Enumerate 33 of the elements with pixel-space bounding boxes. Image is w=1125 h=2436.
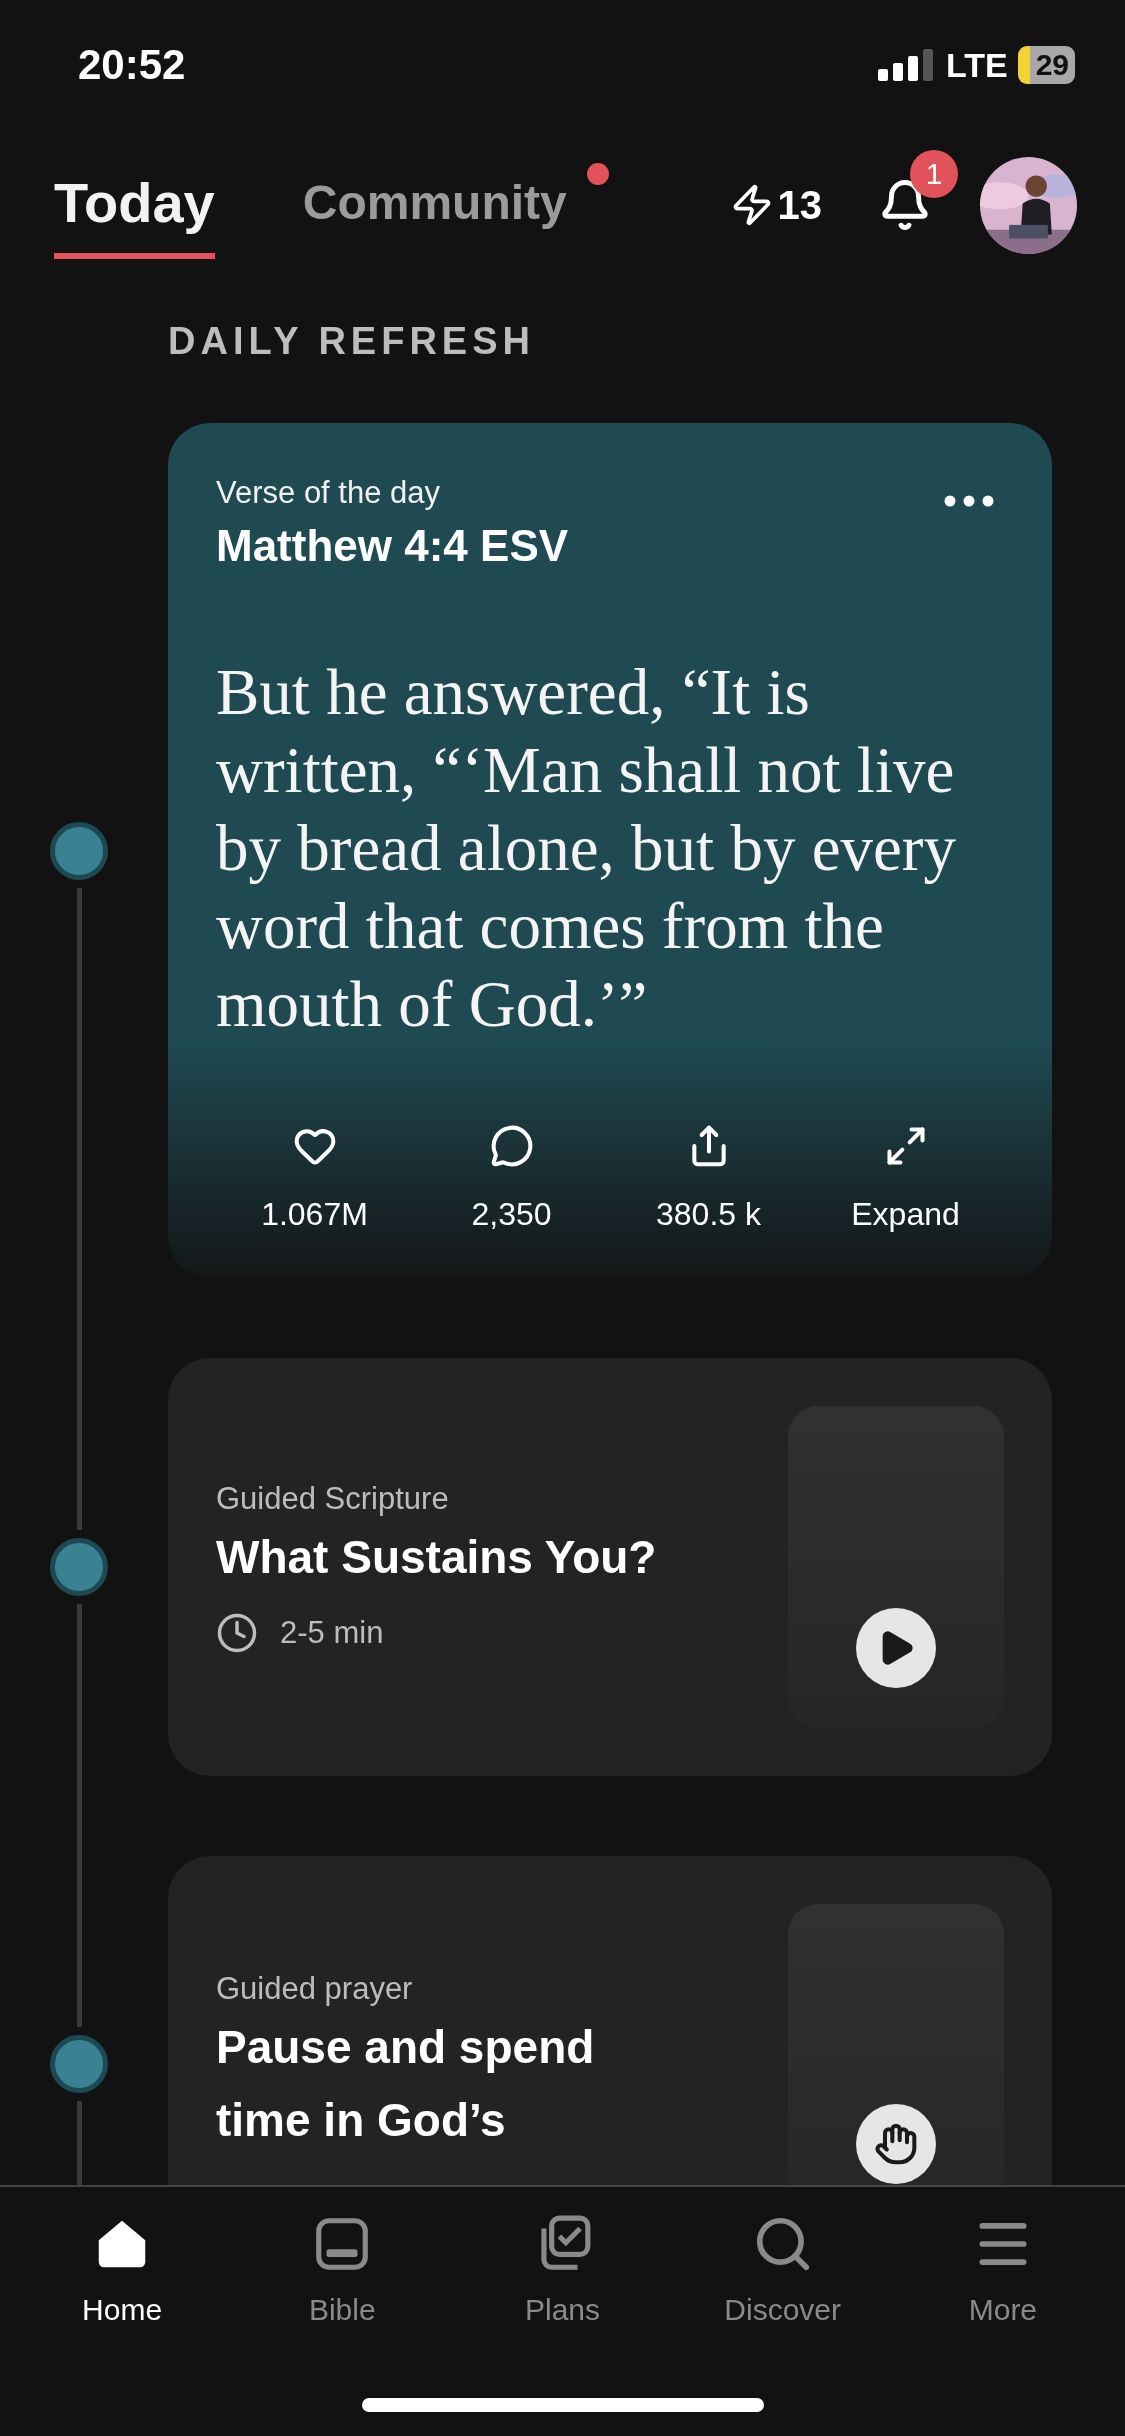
card-label: Guided prayer	[216, 1971, 413, 2007]
nav-tab[interactable]: Discover	[672, 2187, 893, 2328]
battery-level: 29	[1017, 46, 1075, 84]
clock-icon	[216, 1611, 258, 1654]
card-title: What Sustains You?	[216, 1529, 657, 1585]
status-time: 20:52	[78, 41, 186, 89]
card-label: Verse of the day	[216, 475, 441, 511]
verse-action[interactable]: 2,350	[413, 1123, 610, 1234]
duration-text: 2-5 min	[280, 1614, 384, 1651]
card-title: Pause and spend time in God’s	[216, 2020, 596, 2148]
more-button[interactable]	[944, 495, 994, 507]
timeline-dot	[50, 1538, 108, 1596]
streak-counter[interactable]: 13	[723, 181, 828, 229]
notification-badge: 1	[910, 150, 958, 198]
nav-tab[interactable]: Bible	[232, 2187, 453, 2328]
speech-bubble-icon	[489, 1124, 534, 1168]
timeline-dot	[50, 2035, 108, 2093]
nav-tab[interactable]: Home	[12, 2187, 233, 2328]
header-tab[interactable]: Community	[302, 156, 567, 254]
verse-action[interactable]: 380.5 k	[610, 1123, 807, 1234]
verse-reference: Matthew 4:4 ESV	[216, 521, 570, 571]
nav-tab[interactable]: More	[892, 2187, 1113, 2328]
card-label: Guided Scripture	[216, 1480, 449, 1517]
section-heading: DAILY REFRESH	[167, 320, 536, 363]
nav-tab[interactable]: Plans	[452, 2187, 673, 2328]
hand-icon	[874, 2122, 918, 2166]
verse-action[interactable]: Expand	[807, 1123, 1004, 1234]
header-tab[interactable]: Today	[54, 151, 215, 259]
signal-icon	[877, 49, 936, 81]
more-icon	[944, 495, 994, 507]
verse-text: But he answered, “It is written, “‘Man shall not live by bread alone, but by every word that comes from the mouth of God.’”	[216, 655, 957, 1042]
verse-action[interactable]: 1.067M	[216, 1123, 413, 1234]
network-type: LTE	[945, 45, 1008, 85]
